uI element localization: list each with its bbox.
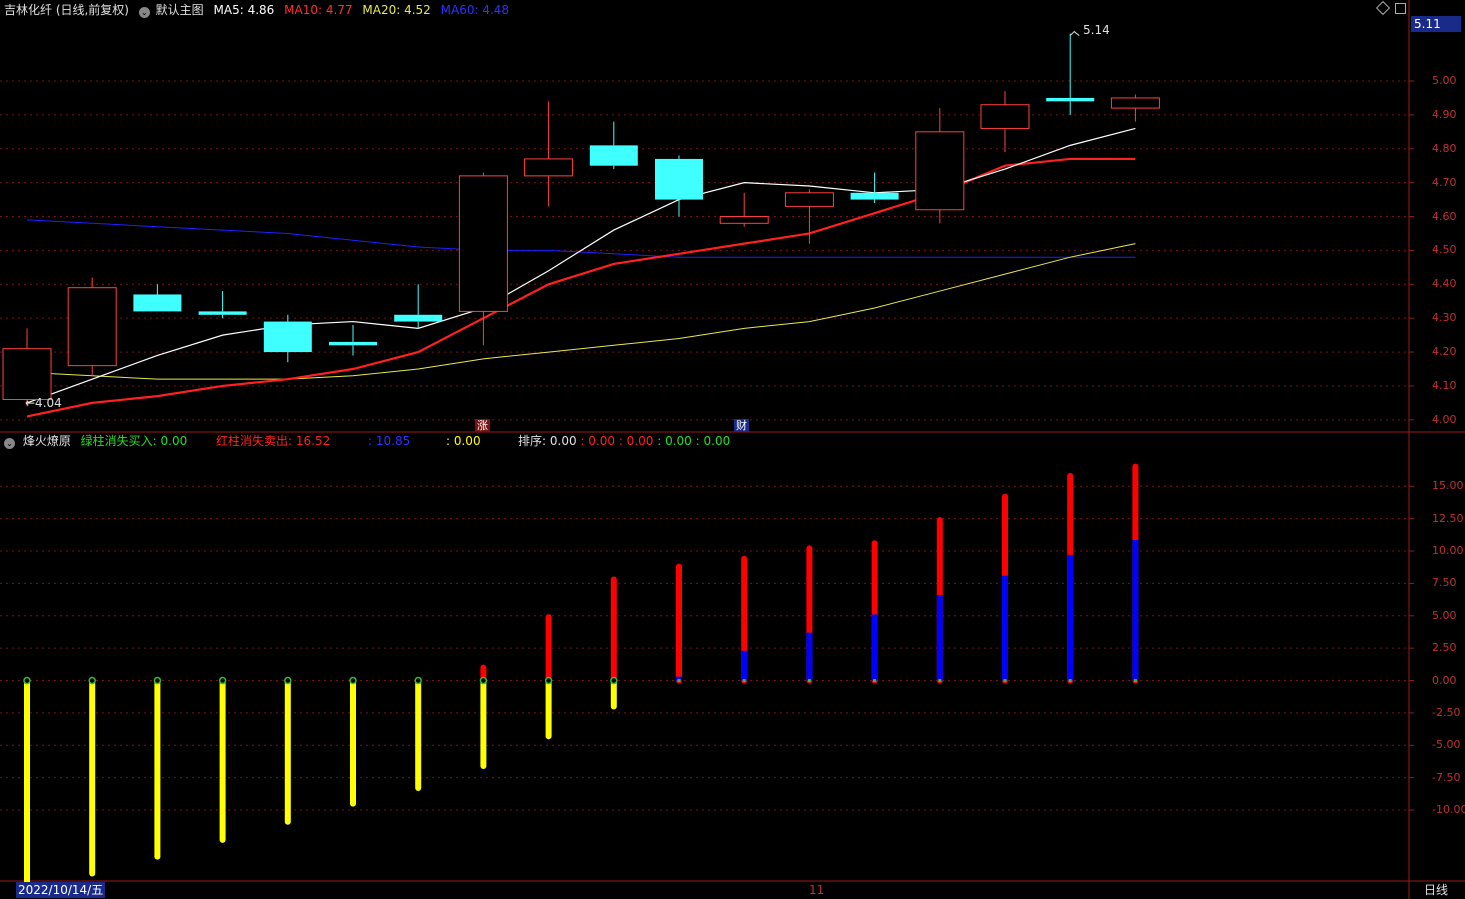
green-buy-label: 绿柱消失买入: [80,434,157,448]
extra-green-2: : 0.00 [695,434,731,448]
stock-title[interactable]: 吉林化纤 (日线,前复权) [4,3,129,17]
sort-label: 排序: [518,434,547,448]
date-readout: 2022/10/14/五 [16,882,106,898]
price-tick-label: 4.10 [1432,378,1457,392]
ma5-label: MA5: [213,3,244,17]
sub-indicator-name[interactable]: 烽火燎原 [23,434,71,448]
candle-body [67,287,117,367]
price-tick-label: 5.00 [1432,73,1457,87]
candle-body [655,158,703,200]
osc-tick-label: -7.50 [1432,770,1461,784]
price-tick-label: 4.90 [1432,107,1457,121]
red-sell-label: 红柱消失卖出: [216,434,293,448]
candle-body [458,175,508,312]
ma60-label: MA60: [440,3,479,17]
osc-zero-dot [544,676,553,685]
osc-zero-dot [284,676,292,685]
candle-body [329,341,377,346]
blue-value: : 10.85 [368,434,411,448]
osc-tick-label: 2.50 [1432,641,1457,655]
candle-body [915,131,965,211]
ma5-value: 4.86 [247,3,275,17]
ma20-line [26,243,1136,380]
price-tick-label: 4.80 [1432,141,1457,155]
osc-tick-label: 0.00 [1432,673,1457,687]
price-tick-label: 4.30 [1432,311,1457,325]
osc-zero-dot [1068,679,1072,683]
osc-zero-dot [677,679,681,683]
event-marker-zhang[interactable]: 涨 [475,419,490,432]
osc-zero-dot [938,679,942,683]
osc-zero-dot [88,676,96,685]
osc-tick-label: 12.50 [1432,511,1464,525]
candle-body [2,348,52,401]
price-tick-label: 4.20 [1432,345,1457,359]
osc-zero-dot [742,679,746,683]
candle-body [394,314,443,322]
high-price-label: 5.14 [1083,23,1110,37]
osc-tick-label: -10.00 [1432,803,1465,817]
candle-body [263,321,312,353]
event-marker-cai[interactable]: 财 [734,419,749,432]
candle-body [719,216,769,224]
osc-tick-label: 10.00 [1432,544,1464,558]
osc-zero-dot [479,676,488,685]
yellow-value: : 0.00 [446,434,481,448]
period-label[interactable]: 日线 [1424,883,1448,898]
extra-red-2: : 0.00 [618,434,654,448]
price-tick-label: 4.40 [1432,277,1457,291]
osc-tick-label: 15.00 [1432,479,1464,493]
ma10-label: MA10: [284,3,322,17]
osc-zero-dot [23,676,31,685]
low-price-label: ←4.04 [25,396,62,410]
osc-zero-dot [610,676,618,685]
osc-zero-dot [218,676,227,685]
osc-tick-label: -5.00 [1432,738,1461,752]
sub-dropdown-icon[interactable]: ⌄ [4,438,15,449]
osc-tick-label: 5.00 [1432,608,1457,622]
osc-zero-dot [873,679,877,683]
candle-body [1046,97,1095,102]
candle-body [784,192,834,207]
dropdown-icon[interactable]: ⌄ [138,7,150,18]
ma5-line [26,127,1136,404]
ma20-label: MA20: [362,3,401,17]
high-pointer [1069,30,1080,36]
main-indicator-name[interactable]: 默认主图 [156,3,204,17]
ma10-value: 4.77 [325,3,353,17]
osc-zero-dot [1133,679,1137,683]
sort-value: 0.00 [549,434,577,448]
current-price-box: 5.11 [1411,16,1461,32]
osc-zero-dot [349,676,357,685]
extra-red-1: : 0.00 [580,434,615,448]
extra-green-1: : 0.00 [657,434,692,448]
ma60-value: 4.48 [482,3,510,17]
candle-body [133,294,182,312]
candle-body [980,104,1030,129]
candle-body [850,192,899,200]
candle-body [1110,97,1160,109]
osc-zero-dot [153,676,162,685]
osc-zero-dot [1003,679,1007,683]
candle-body [589,145,638,166]
ma20-value: 4.52 [404,3,431,17]
ma10-line [26,157,1136,418]
green-buy-value: 0.00 [160,434,188,448]
ma60-line [26,219,1136,258]
candle-body [524,158,574,177]
price-tick-label: 4.60 [1432,209,1457,223]
candle-body [198,311,247,315]
red-sell-value: 16.52 [295,434,331,448]
osc-tick-label: 7.50 [1432,576,1457,590]
osc-zero-dot [414,676,422,685]
stock-chart-canvas[interactable] [0,0,1465,899]
osc-zero-dot [807,679,811,683]
price-tick-label: 4.70 [1432,175,1457,189]
price-tick-label: 4.50 [1432,243,1457,257]
month-marker: 11 [809,883,825,897]
price-tick-label: 4.00 [1432,412,1457,426]
checkbox-icon[interactable] [1395,3,1406,14]
osc-tick-label: -2.50 [1432,705,1461,719]
